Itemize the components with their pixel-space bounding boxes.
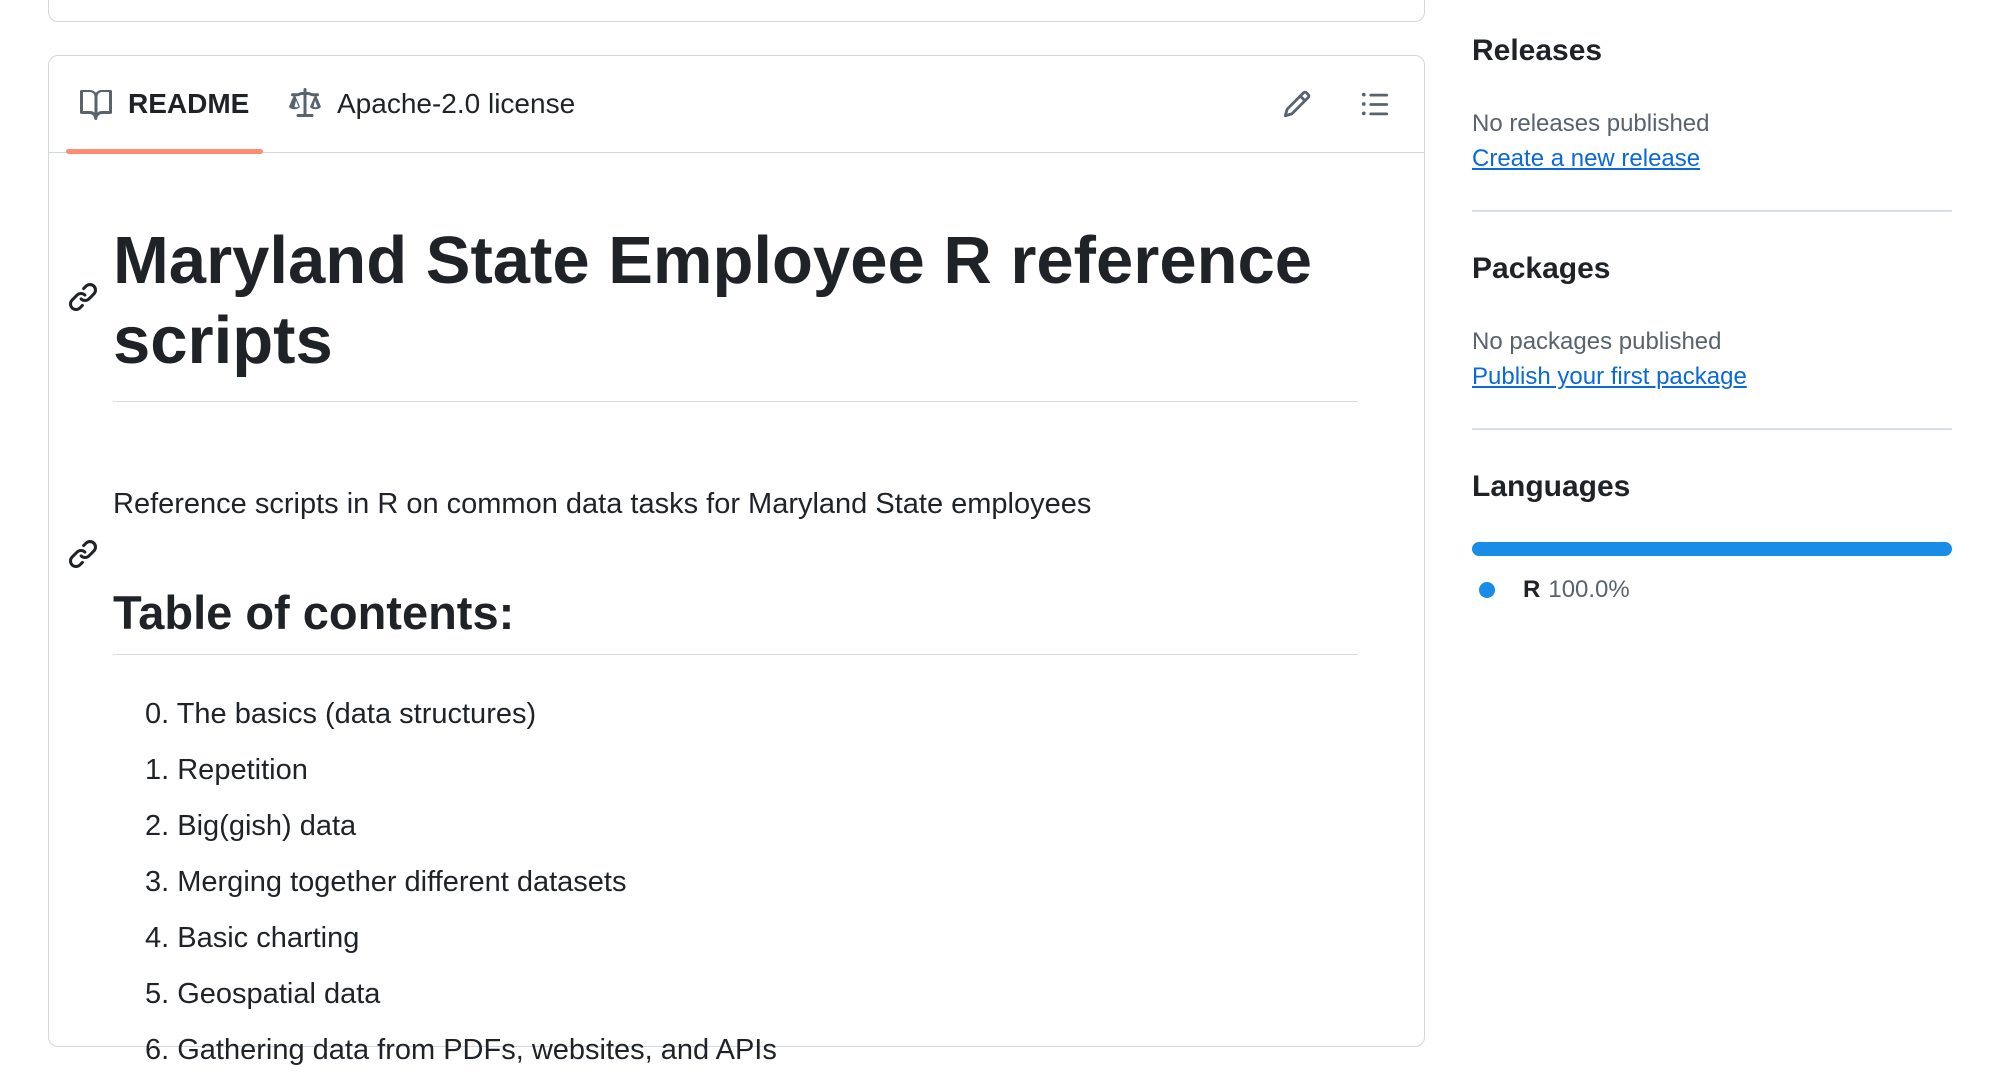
- tab-readme-label: README: [128, 88, 250, 119]
- toc-item: 4. Basic charting: [145, 922, 360, 954]
- readme-header: README Apache-2.0 license: [49, 56, 1424, 154]
- toc-item: 6. Gathering data from PDFs, websites, a…: [145, 1034, 777, 1066]
- language-bar: [1472, 542, 1952, 556]
- link-icon: [67, 281, 99, 313]
- sidebar-divider: [1472, 428, 1952, 430]
- law-icon: [289, 88, 321, 120]
- previous-section-box: [48, 0, 1425, 22]
- toc-anchor-link[interactable]: [67, 538, 99, 570]
- create-release-link[interactable]: Create a new release: [1472, 145, 1700, 173]
- releases-title[interactable]: Releases: [1472, 34, 1602, 68]
- toc-list: 0. The basics (data structures) 1. Repet…: [145, 692, 777, 1084]
- readme-title: Maryland State Employee R reference scri…: [113, 221, 1358, 402]
- releases-status: No releases published: [1472, 110, 1710, 137]
- pencil-icon: [1282, 89, 1312, 119]
- list-unordered-icon: [1360, 89, 1390, 119]
- language-name: R: [1523, 576, 1541, 603]
- toc-item: 0. The basics (data structures): [145, 698, 537, 730]
- edit-file-button[interactable]: [1277, 84, 1317, 124]
- active-tab-indicator: [66, 149, 264, 154]
- link-icon: [67, 538, 99, 570]
- toc-item: 2. Big(gish) data: [145, 810, 357, 842]
- book-icon: [80, 88, 112, 120]
- toc-item: 5. Geospatial data: [145, 978, 381, 1010]
- packages-status: No packages published: [1472, 328, 1722, 355]
- outline-button[interactable]: [1355, 84, 1395, 124]
- sidebar-divider: [1472, 210, 1952, 212]
- title-anchor-link[interactable]: [67, 281, 99, 313]
- tab-readme[interactable]: README: [66, 56, 264, 154]
- language-percent: 100.0%: [1548, 576, 1630, 603]
- packages-title[interactable]: Packages: [1472, 252, 1610, 286]
- toc-item: 1. Repetition: [145, 754, 308, 786]
- toc-item: 3. Merging together different datasets: [145, 866, 627, 898]
- language-color-dot: [1479, 582, 1495, 598]
- readme-description: Reference scripts in R on common data ta…: [113, 488, 1092, 520]
- languages-title: Languages: [1472, 470, 1631, 503]
- tab-license[interactable]: Apache-2.0 license: [289, 56, 575, 152]
- language-item-r[interactable]: R 100.0%: [1479, 576, 1630, 604]
- readme-panel: README Apache-2.0 license Maryland State…: [48, 55, 1425, 1066]
- tab-license-label: Apache-2.0 license: [337, 88, 576, 119]
- toc-heading: Table of contents:: [113, 578, 1358, 655]
- publish-package-link[interactable]: Publish your first package: [1472, 363, 1747, 391]
